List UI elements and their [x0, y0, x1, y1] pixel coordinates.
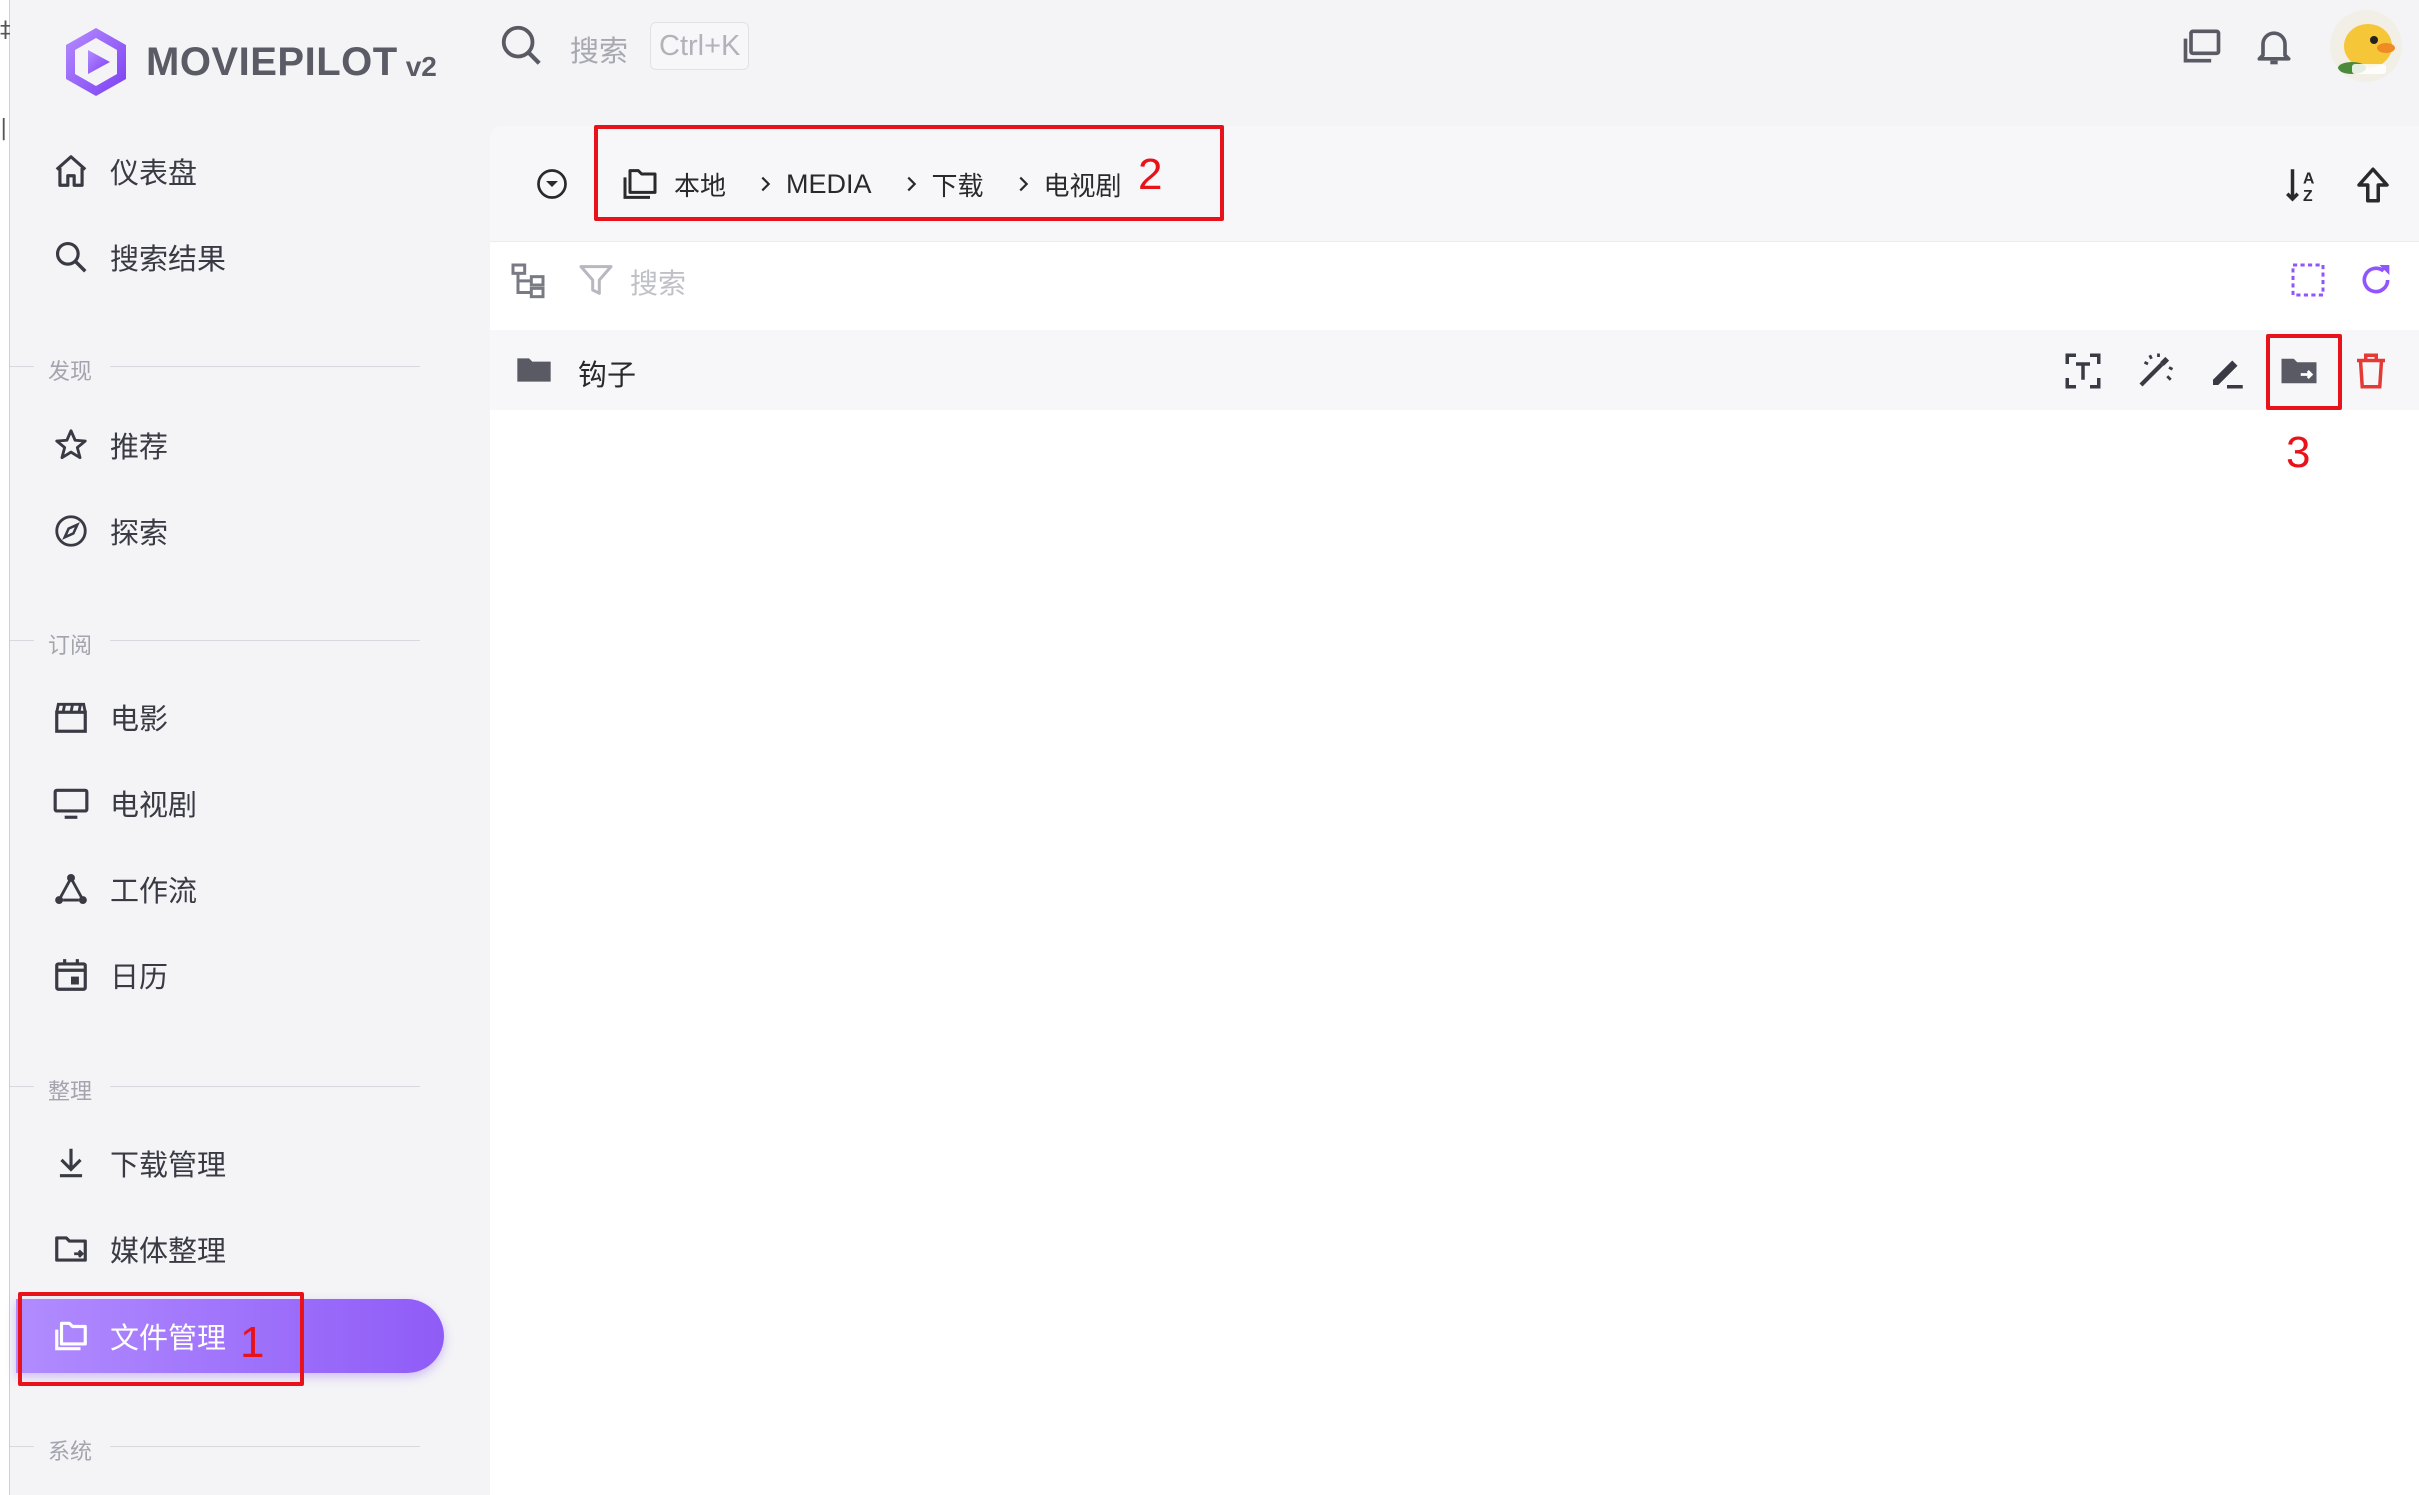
file-row[interactable]: 钩子: [490, 330, 2419, 410]
sidebar-item-downloads[interactable]: 下载管理: [10, 1126, 444, 1200]
delete-icon[interactable]: [2350, 350, 2392, 392]
workflow-icon: [55, 873, 87, 905]
sidebar-item-recommend[interactable]: 推荐: [10, 408, 444, 482]
sidebar-item-label: 电影: [110, 702, 169, 736]
window-icon[interactable]: [2180, 24, 2224, 68]
svg-text:Z: Z: [2303, 188, 2313, 205]
compass-icon: [55, 515, 87, 547]
download-icon: [59, 1148, 83, 1178]
section-organize: 整理: [10, 1074, 430, 1105]
section-discover: 发现: [10, 354, 430, 385]
folder-move-icon: [55, 1236, 87, 1262]
sidebar-item-label: 探索: [110, 516, 169, 550]
sidebar-item-media-organize[interactable]: 媒体整理: [10, 1212, 444, 1286]
refresh-icon[interactable]: [2356, 260, 2396, 300]
calendar-icon: [55, 959, 87, 991]
duck-avatar-icon: [2338, 24, 2395, 74]
sidebar-item-label: 搜索结果: [110, 242, 227, 276]
window-left-edge: ‡ |: [0, 0, 11, 1495]
magic-wand-icon[interactable]: [2134, 350, 2176, 392]
sidebar-item-movies[interactable]: 电影: [10, 680, 444, 754]
section-subscribe: 订阅: [10, 628, 430, 659]
sidebar-item-tv[interactable]: 电视剧: [10, 766, 444, 840]
sidebar-item-label: 推荐: [110, 430, 169, 464]
global-search-input[interactable]: 搜索: [570, 28, 628, 70]
annotation-number-2: 2: [1138, 150, 1163, 199]
home-icon: [55, 155, 87, 187]
tv-icon: [53, 788, 89, 819]
search-icon: [55, 241, 87, 273]
section-system: 系统: [10, 1434, 430, 1465]
file-name: 钩子: [578, 358, 637, 392]
rename-pencil-icon[interactable]: [2206, 350, 2248, 392]
moviepilot-logo-icon: [66, 28, 126, 96]
sort-icon[interactable]: AZ: [2282, 164, 2324, 206]
file-search-input[interactable]: 搜索: [630, 262, 686, 302]
app-name: MOVIEPILOT: [146, 39, 398, 84]
sidebar-item-explore[interactable]: 探索: [10, 494, 444, 568]
sidebar-item-label: 工作流: [110, 874, 198, 908]
annotation-number-3: 3: [2286, 428, 2311, 477]
sidebar-item-label: 仪表盘: [110, 156, 198, 190]
search-shortcut-badge: Ctrl+K: [650, 22, 750, 70]
sidebar-item-calendar[interactable]: 日历: [10, 938, 444, 1012]
filter-icon: [579, 265, 613, 295]
sidebar-item-label: 日历: [110, 960, 169, 994]
folder-icon: [517, 358, 551, 382]
sidebar-item-workflow[interactable]: 工作流: [10, 852, 444, 926]
file-manager-panel: 本地 MEDIA 下载 电视剧 AZ 搜索 钩子: [490, 126, 2419, 1495]
sidebar: MOVIEPILOT v2 仪表盘 搜索结果 发现 推荐 探索 订阅 电影 电视…: [10, 0, 490, 1495]
svg-text:A: A: [2303, 170, 2314, 187]
app-logo[interactable]: MOVIEPILOT v2: [58, 24, 437, 100]
sidebar-item-dashboard[interactable]: 仪表盘: [10, 134, 444, 208]
sidebar-item-label: 媒体整理: [110, 1234, 227, 1268]
bell-icon[interactable]: [2252, 24, 2296, 68]
storage-dropdown-icon[interactable]: [534, 166, 570, 202]
sidebar-item-label: 电视剧: [110, 788, 198, 822]
annotation-number-1: 1: [240, 1318, 265, 1367]
star-icon: [55, 429, 87, 460]
arrow-up-icon[interactable]: [2352, 164, 2394, 206]
tree-view-icon[interactable]: [508, 260, 548, 300]
sidebar-item-search-results[interactable]: 搜索结果: [10, 220, 444, 294]
annotation-box-3: [2266, 334, 2342, 410]
movie-clapper-icon: [55, 702, 87, 733]
app-version: v2: [405, 51, 437, 82]
annotation-box-2: [594, 125, 1224, 221]
user-avatar[interactable]: [2330, 10, 2402, 82]
global-search-icon[interactable]: [498, 22, 544, 68]
sidebar-item-label: 下载管理: [110, 1148, 227, 1182]
recognize-text-icon[interactable]: [2062, 350, 2104, 392]
select-all-icon[interactable]: [2288, 260, 2328, 300]
